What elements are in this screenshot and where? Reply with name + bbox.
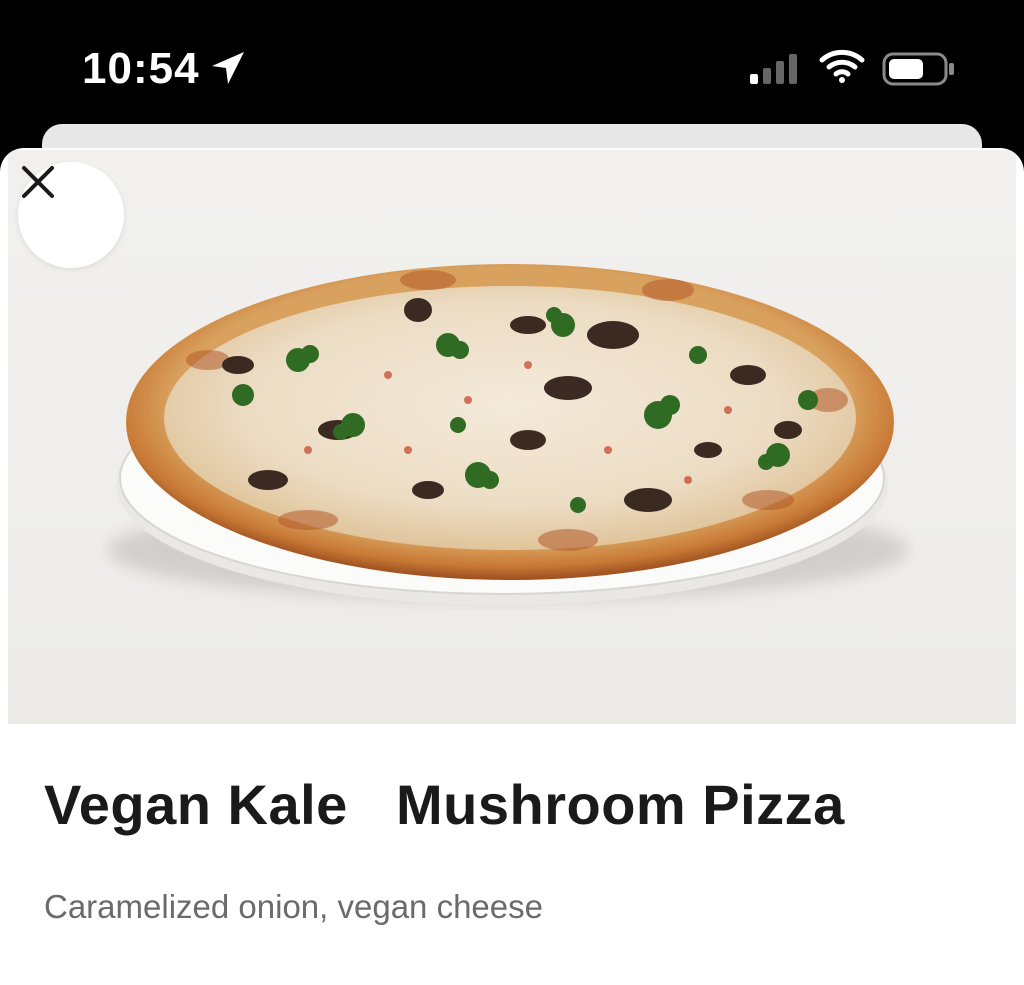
battery-icon [882,52,954,86]
item-image [8,150,1016,724]
location-arrow-icon [212,52,244,84]
wifi-icon [819,49,865,83]
item-detail-sheet: Vegan Kale Mushroom Pizza Caramelized on… [0,148,1024,985]
pizza-image [108,264,908,605]
close-button[interactable] [18,162,124,268]
item-description: Caramelized onion, vegan cheese [44,888,543,925]
status-bar: 10:54 [0,0,1024,124]
status-time: 10:54 [82,44,200,93]
cellular-signal-icon [750,54,797,84]
item-title: Vegan Kale Mushroom Pizza [44,773,845,836]
close-icon [22,166,54,198]
